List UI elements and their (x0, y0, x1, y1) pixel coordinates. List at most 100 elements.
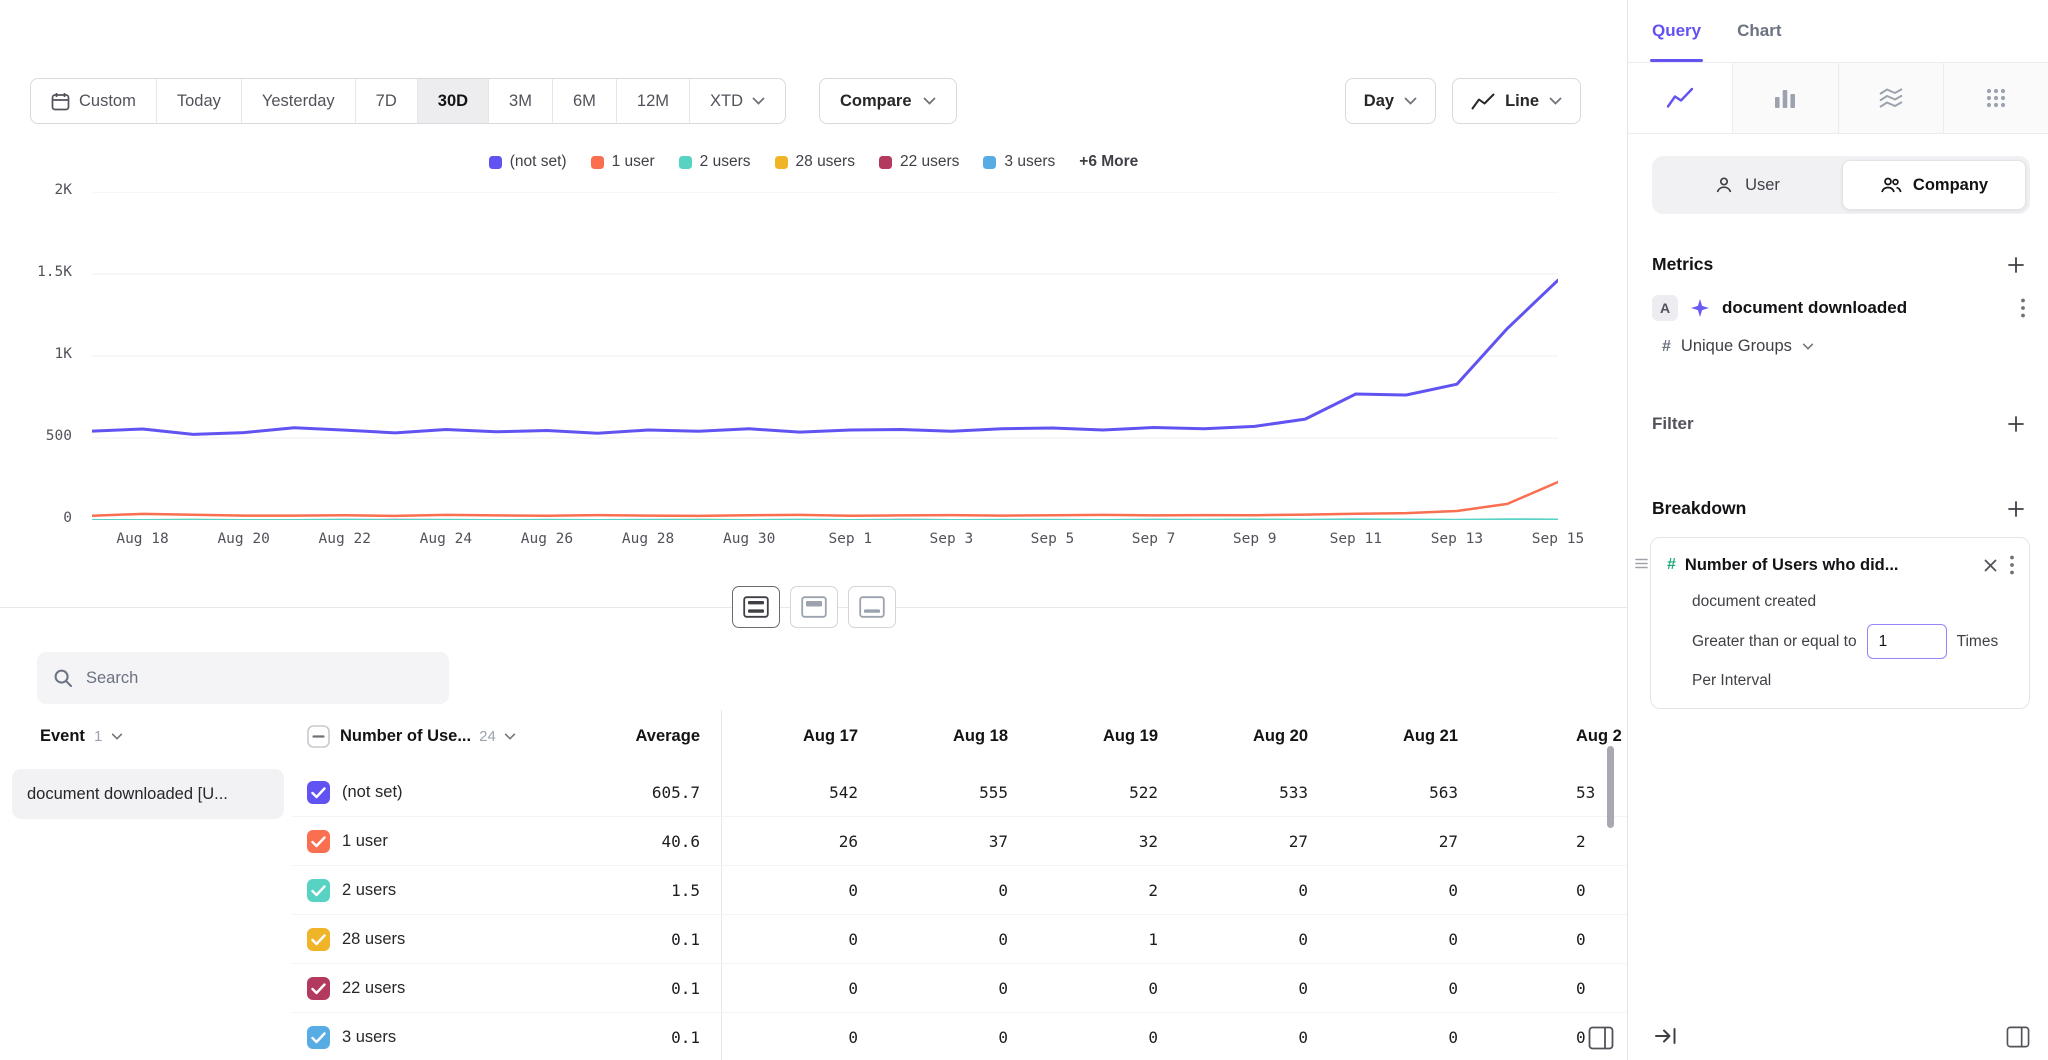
collapse-panel-button[interactable] (1654, 1026, 1678, 1046)
row-checkbox[interactable] (307, 928, 330, 951)
arrow-to-bar-icon (1654, 1026, 1678, 1046)
check-icon (311, 836, 326, 848)
range-today[interactable]: Today (156, 79, 241, 123)
breakdown-card-title[interactable]: Number of Users who did... (1685, 556, 1974, 575)
compare-button[interactable]: Compare (819, 78, 957, 124)
table-row[interactable]: (not set)605.754255552253356353 (292, 768, 1627, 817)
event-item[interactable]: document downloaded [U... (12, 769, 284, 819)
y-axis-label: 1K (10, 346, 72, 362)
interval-dropdown[interactable]: Day (1345, 78, 1436, 124)
legend-more[interactable]: +6 More (1079, 153, 1138, 171)
range-3m[interactable]: 3M (488, 79, 552, 123)
scope-toggle: User Company (1652, 156, 2030, 214)
table-focus-icon (859, 596, 885, 618)
scope-user[interactable]: User (1656, 160, 1838, 210)
row-checkbox[interactable] (307, 1026, 330, 1049)
x-axis-label: Aug 24 (420, 531, 472, 547)
range-custom[interactable]: Custom (31, 79, 156, 123)
breakdown-event[interactable]: document created (1692, 593, 2015, 611)
layout-toggle-group (0, 586, 1627, 628)
interval-label: Day (1364, 92, 1394, 111)
more-charts-icon (1985, 87, 2007, 109)
event-sparkle-icon (1690, 298, 1710, 318)
table-scrollbar[interactable] (1607, 746, 1614, 828)
event-column-header[interactable]: Event 1 (40, 710, 123, 762)
stacked-chart-icon (1878, 86, 1904, 110)
series-label: (not set) (342, 768, 403, 817)
table-row[interactable]: 28 users0.1001000 (292, 915, 1627, 964)
legend-item[interactable]: 28 users (775, 153, 855, 171)
range-yesterday[interactable]: Yesterday (241, 79, 355, 123)
legend-item[interactable]: 2 users (679, 153, 751, 171)
table-row[interactable]: 2 users1.5002000 (292, 866, 1627, 915)
y-axis-label: 1.5K (10, 264, 72, 280)
split-view-button[interactable] (732, 586, 780, 628)
tab-query[interactable]: Query (1652, 0, 1701, 62)
cell-value: 563 (1318, 768, 1458, 817)
tab-chart[interactable]: Chart (1737, 0, 1781, 62)
cell-value: 0 (868, 1013, 1008, 1060)
x-axis-label: Sep 11 (1330, 531, 1382, 547)
add-metric-button[interactable] (2006, 255, 2026, 275)
breakdown-per-interval[interactable]: Per Interval (1692, 672, 2015, 690)
row-checkbox[interactable] (307, 977, 330, 1000)
table-row[interactable]: 22 users0.1000000 (292, 964, 1627, 1013)
measure-selector[interactable]: # Unique Groups (1652, 321, 2026, 356)
add-breakdown-button[interactable] (2006, 499, 2026, 519)
average-value: 0.1 (560, 964, 700, 1013)
scope-company[interactable]: Company (1842, 160, 2026, 210)
legend-item[interactable]: 1 user (591, 153, 655, 171)
cell-value: 0 (1018, 964, 1158, 1013)
x-axis-label: Aug 20 (217, 531, 269, 547)
results-table: Event 1 document downloaded [U... Number… (0, 710, 1627, 1060)
metric-menu-icon[interactable] (2020, 297, 2026, 319)
remove-breakdown-icon[interactable] (1983, 558, 1998, 573)
range-7d[interactable]: 7D (355, 79, 417, 123)
cell-value: 0 (718, 964, 858, 1013)
chart-type-dropdown[interactable]: Line (1452, 78, 1581, 124)
plus-icon (2006, 499, 2026, 519)
legend-item[interactable]: (not set) (489, 153, 567, 171)
add-filter-button[interactable] (2006, 414, 2026, 434)
metric-item[interactable]: A document downloaded # Unique Groups (1628, 275, 2048, 356)
viz-tab-bar-chart[interactable] (1733, 63, 1838, 133)
compare-label: Compare (840, 92, 912, 111)
series-label: 2 users (342, 866, 396, 915)
search-icon (53, 668, 73, 688)
table-row[interactable]: 1 user40.626373227272 (292, 817, 1627, 866)
range-6m[interactable]: 6M (552, 79, 616, 123)
table-focus-button[interactable] (848, 586, 896, 628)
row-checkbox[interactable] (307, 781, 330, 804)
cell-value: 0 (1168, 866, 1308, 915)
viz-tab-more-charts[interactable] (1944, 63, 2048, 133)
breakdown-condition[interactable]: Greater than or equal to (1692, 633, 1857, 651)
drag-handle-icon[interactable] (1635, 558, 1648, 569)
viz-tab-stacked-chart[interactable] (1839, 63, 1944, 133)
chart-type-label: Line (1505, 92, 1539, 111)
cell-value: 0 (1168, 915, 1308, 964)
cell-value: 53 (1576, 768, 1595, 817)
table-row[interactable]: 3 users0.1000000 (292, 1013, 1627, 1060)
expand-table-icon[interactable] (1588, 1026, 1614, 1050)
range-12m[interactable]: 12M (616, 79, 689, 123)
cell-value: 0 (1318, 915, 1458, 964)
search-input[interactable] (86, 669, 433, 688)
cell-value: 2 (1018, 866, 1158, 915)
legend-item[interactable]: 22 users (879, 153, 959, 171)
row-checkbox[interactable] (307, 879, 330, 902)
breakdown-value-input[interactable] (1867, 624, 1947, 659)
viz-tab-line-chart[interactable] (1628, 63, 1733, 133)
legend-swatch (679, 156, 692, 169)
row-checkbox[interactable] (307, 830, 330, 853)
chart-focus-button[interactable] (790, 586, 838, 628)
panel-toggle-button[interactable] (2006, 1026, 2030, 1048)
metrics-section-header: Metrics (1628, 254, 2048, 275)
series-label: 22 users (342, 964, 405, 1013)
breakdown-menu-icon[interactable] (2009, 554, 2015, 576)
metric-row: A document downloaded (1652, 295, 2026, 321)
legend-item[interactable]: 3 users (983, 153, 1055, 171)
range-xtd[interactable]: XTD (689, 79, 785, 123)
range-30d[interactable]: 30D (417, 79, 488, 123)
cell-value: 0 (1576, 915, 1586, 964)
number-type-icon: # (1662, 338, 1671, 356)
